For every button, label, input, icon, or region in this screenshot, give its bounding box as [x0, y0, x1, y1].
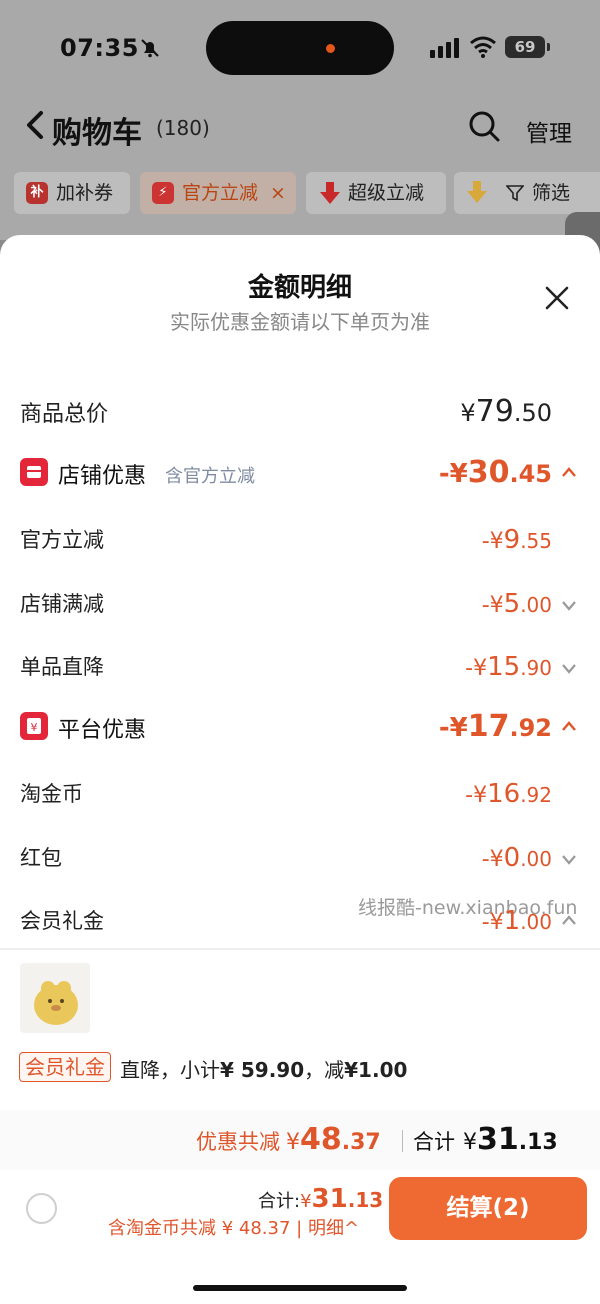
- detail-amount: -¥16.92: [465, 779, 552, 809]
- svg-text:¥: ¥: [31, 721, 38, 734]
- member-gift-description: 直降，小计¥ 59.90，减¥1.00: [120, 1058, 408, 1082]
- bottom-total: 合计:¥31.13: [258, 1184, 384, 1214]
- status-time: 07:35: [60, 34, 139, 62]
- select-all-checkbox[interactable]: [26, 1193, 57, 1224]
- chip-official-discount[interactable]: ⚡ 官方立减 ×: [140, 172, 296, 214]
- chevron-up-icon[interactable]: [560, 466, 578, 478]
- checkout-button[interactable]: 结算(2): [389, 1177, 587, 1240]
- detail-amount[interactable]: -¥5.00: [482, 589, 552, 619]
- detail-label: 官方立减: [20, 528, 104, 552]
- platform-discount-label: 平台优惠: [58, 718, 147, 743]
- back-chevron-icon[interactable]: [24, 110, 46, 140]
- detail-label: 红包: [20, 846, 62, 870]
- home-indicator: [193, 1285, 407, 1291]
- member-gift-tag: 会员礼金: [19, 1052, 111, 1082]
- detail-label: 单品直降: [20, 655, 104, 679]
- detail-label: 淘金币: [20, 782, 83, 806]
- detail-label: 会员礼金: [20, 909, 104, 933]
- chip-label: 筛选: [532, 182, 571, 204]
- bottom-savings[interactable]: 含淘金币共减 ¥ 48.37 | 明细^: [108, 1214, 359, 1240]
- detail-amount[interactable]: -¥15.90: [465, 652, 552, 682]
- chip-label: 加补券: [56, 182, 114, 204]
- chip-label: 超级立减: [348, 182, 425, 204]
- total-savings: 优惠共减 ¥48.37: [196, 1122, 381, 1157]
- chevron-down-icon[interactable]: [560, 662, 578, 674]
- filter-icon: [506, 185, 524, 202]
- separator: [402, 1130, 403, 1152]
- recording-dot-icon: [326, 44, 335, 53]
- chevron-down-icon[interactable]: [560, 853, 578, 865]
- platform-icon: ¥: [20, 712, 48, 740]
- chip-subsidy-coupon[interactable]: 补 加补券: [14, 172, 130, 214]
- chip-super-discount[interactable]: 超级立减: [306, 172, 446, 214]
- wifi-icon: [470, 36, 496, 58]
- manage-button[interactable]: 管理: [526, 114, 572, 148]
- detail-link: | 明细^: [296, 1218, 360, 1239]
- close-icon[interactable]: [542, 283, 572, 313]
- chip-filter[interactable]: 筛选: [454, 172, 600, 214]
- platform-discount-amount[interactable]: -¥17.92: [439, 709, 552, 744]
- battery-icon: 69: [505, 36, 550, 58]
- detail-amount[interactable]: -¥0.00: [482, 843, 552, 873]
- down-arrow-icon: [320, 182, 340, 204]
- chevron-down-icon[interactable]: [560, 599, 578, 611]
- sheet-subtitle: 实际优惠金额请以下单页为准: [170, 310, 430, 334]
- status-bar: 07:35 69: [0, 0, 600, 96]
- signal-icon: [430, 38, 459, 58]
- chevron-up-icon[interactable]: [560, 914, 578, 926]
- store-icon: [20, 458, 48, 486]
- detail-label: 店铺满减: [20, 592, 104, 616]
- cart-count: (180): [156, 116, 210, 140]
- dynamic-island: [206, 21, 394, 75]
- total-price-amount: ¥79.50: [460, 394, 552, 429]
- store-discount-amount[interactable]: -¥30.45: [439, 455, 552, 490]
- search-icon[interactable]: [468, 110, 500, 142]
- page-title: 购物车: [52, 116, 142, 151]
- product-thumbnail[interactable]: [20, 963, 90, 1033]
- summary-total: 合计 ¥31.13: [413, 1122, 558, 1157]
- chip-label: 官方立减: [182, 182, 259, 204]
- divider: [0, 948, 600, 950]
- chevron-up-icon[interactable]: [560, 720, 578, 732]
- mute-bell-icon: [141, 39, 159, 58]
- lightning-icon: ⚡: [152, 182, 174, 204]
- sheet-title: 金额明细: [247, 273, 352, 303]
- subsidy-icon: 补: [26, 182, 48, 204]
- chip-close-icon[interactable]: ×: [270, 172, 286, 214]
- store-discount-note: 含官方立减: [165, 466, 255, 487]
- detail-amount[interactable]: -¥1.00: [482, 906, 552, 936]
- coin-arrow-icon: [467, 181, 487, 203]
- store-discount-label: 店铺优惠: [58, 464, 147, 489]
- total-price-label: 商品总价: [20, 402, 109, 427]
- detail-amount: -¥9.55: [481, 525, 552, 555]
